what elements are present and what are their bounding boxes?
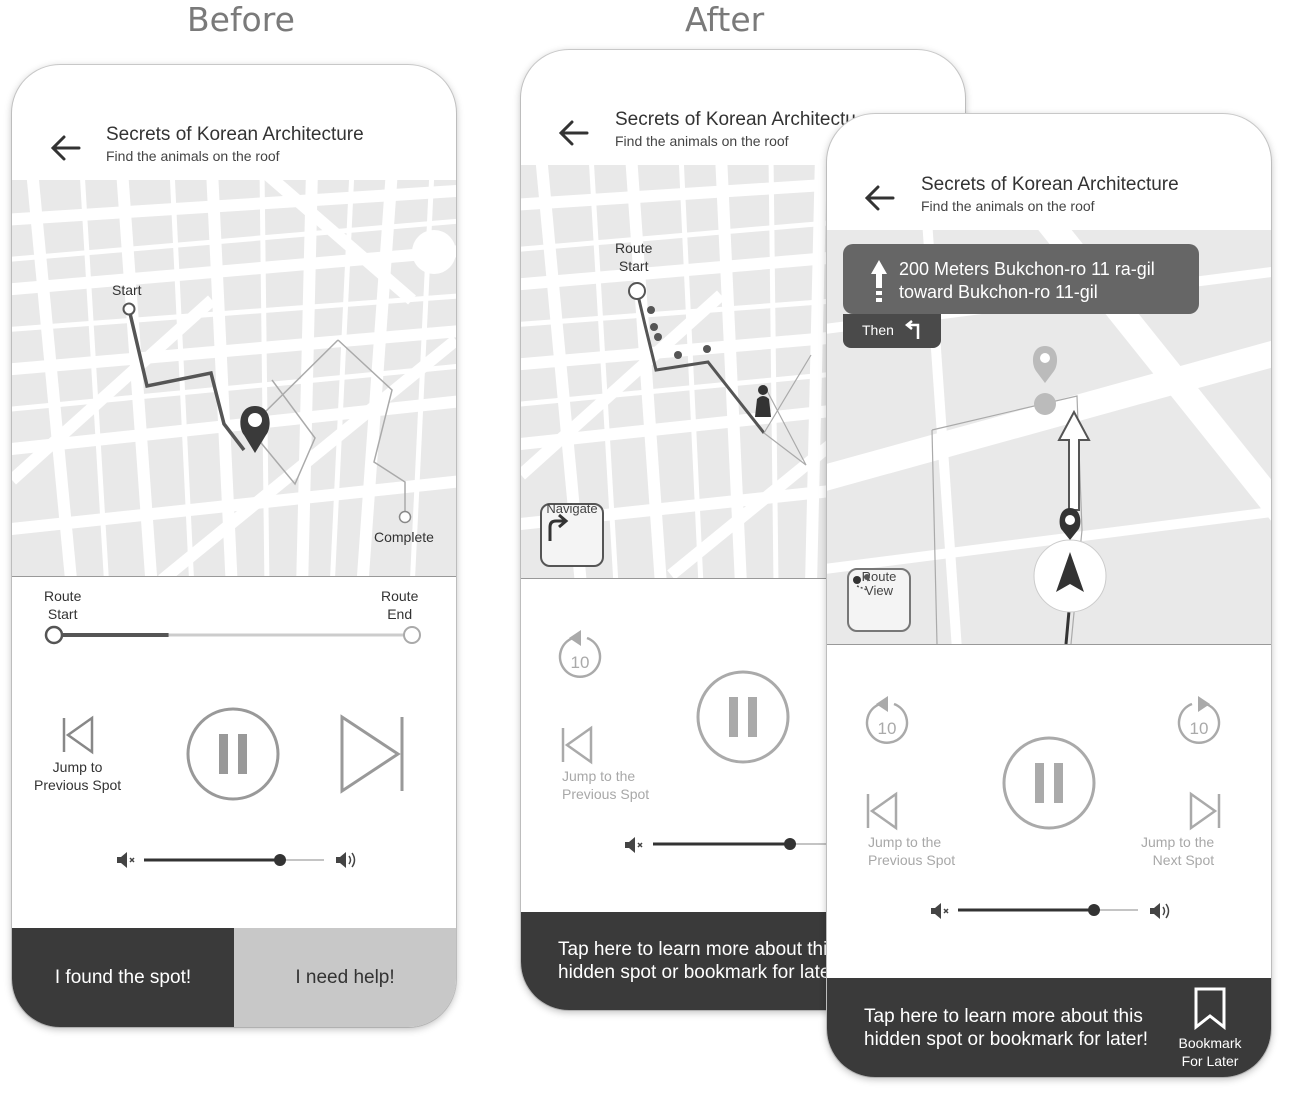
- route-end-label: Route End: [381, 588, 419, 622]
- pause-button[interactable]: [1001, 735, 1097, 831]
- rewind-10-icon[interactable]: 10: [555, 628, 605, 684]
- page-title: Secrets of Korean Architecture: [106, 124, 364, 145]
- navigation-arrow-icon[interactable]: [1030, 536, 1110, 616]
- map-view[interactable]: 200 Meters Bukchon-ro 11 ra-gil toward B…: [827, 230, 1271, 644]
- skip-previous-icon[interactable]: [559, 725, 595, 765]
- then-label: Then: [862, 322, 894, 338]
- route-view-icon: [853, 574, 870, 591]
- after-heading: After: [685, 0, 765, 39]
- back-arrow-icon[interactable]: [49, 131, 83, 165]
- map-view[interactable]: Start Complete: [12, 180, 456, 576]
- straight-arrow-icon: [871, 260, 887, 302]
- before-phone: Secrets of Korean Architecture Find the …: [12, 65, 456, 1027]
- map-start-label: Start: [112, 282, 142, 298]
- rewind-10-icon[interactable]: 10: [862, 694, 912, 750]
- map-complete-label: Complete: [374, 529, 434, 545]
- straight-arrow-icon: [1057, 409, 1091, 511]
- person-icon: [755, 385, 771, 417]
- direction-line1: 200 Meters Bukchon-ro 11 ra-gil: [899, 259, 1155, 279]
- turn-left-icon: [904, 320, 920, 339]
- destination-pin-icon: [1032, 346, 1058, 383]
- map-streets: [12, 180, 456, 576]
- svg-text:10: 10: [571, 653, 590, 672]
- navigate-turn-icon: [548, 513, 569, 541]
- prev-spot-label: Jump to Previous Spot: [34, 759, 122, 793]
- skip-previous-icon[interactable]: [864, 791, 900, 831]
- route-start-label: Route Start: [44, 588, 82, 622]
- route-progress-bar[interactable]: [42, 623, 432, 647]
- volume-icon[interactable]: [1148, 901, 1172, 921]
- skip-previous-icon[interactable]: [60, 715, 96, 755]
- found-spot-button[interactable]: I found the spot!: [12, 928, 234, 1027]
- then-badge: Then: [843, 314, 941, 348]
- prev-spot-label: Jump to the Previous Spot: [868, 834, 956, 868]
- navigate-button[interactable]: Navigate: [540, 501, 604, 567]
- prev-spot-label: Jump to the Previous Spot: [562, 768, 650, 802]
- svg-text:10: 10: [878, 719, 897, 738]
- page-subtitle: Find the animals on the roof: [921, 198, 1095, 214]
- mute-icon[interactable]: [623, 835, 645, 855]
- volume-slider[interactable]: [142, 852, 328, 868]
- pause-button[interactable]: [185, 706, 281, 802]
- page-title: Secrets of Korean Architectu: [615, 109, 856, 130]
- after-front-phone: Secrets of Korean Architecture Find the …: [827, 114, 1271, 1077]
- need-help-button[interactable]: I need help!: [234, 928, 456, 1027]
- bookmark-icon: [1194, 987, 1226, 1031]
- map-divider: [827, 644, 1271, 645]
- svg-text:10: 10: [1190, 719, 1209, 738]
- back-arrow-icon[interactable]: [863, 181, 897, 215]
- route-view-button[interactable]: Route View: [847, 568, 911, 632]
- mute-icon[interactable]: [929, 901, 951, 921]
- direction-line2: toward Bukchon-ro 11-gil: [899, 282, 1098, 302]
- next-spot-label: Jump to the Next Spot: [1141, 834, 1215, 868]
- page-title: Secrets of Korean Architecture: [921, 174, 1179, 195]
- direction-banner: 200 Meters Bukchon-ro 11 ra-gil toward B…: [843, 244, 1199, 314]
- before-heading: Before: [187, 0, 295, 39]
- pause-button[interactable]: [695, 669, 791, 765]
- volume-icon[interactable]: [334, 850, 358, 870]
- banner-line2: hidden spot or bookmark for later!: [864, 1029, 1149, 1050]
- volume-slider[interactable]: [956, 902, 1142, 918]
- page-subtitle: Find the animals on the roof: [615, 133, 789, 149]
- banner-line1: Tap here to learn more about this: [864, 1006, 1143, 1027]
- route-start-map-label: Route Start: [615, 240, 653, 274]
- skip-next-icon[interactable]: [1187, 791, 1223, 831]
- bookmark-button[interactable]: Bookmark For Later: [1171, 986, 1249, 1070]
- map-divider: [12, 576, 456, 577]
- page-subtitle: Find the animals on the roof: [106, 148, 280, 164]
- mute-icon[interactable]: [115, 850, 137, 870]
- learn-more-banner[interactable]: Tap here to learn more about this hidden…: [827, 978, 1271, 1077]
- back-arrow-icon[interactable]: [557, 116, 591, 150]
- skip-next-icon[interactable]: [338, 714, 408, 794]
- forward-10-icon[interactable]: 10: [1174, 694, 1224, 750]
